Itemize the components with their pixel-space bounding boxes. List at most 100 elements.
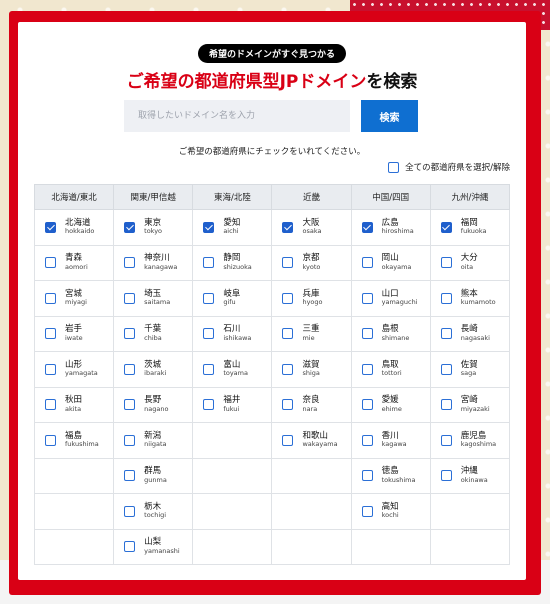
prefecture-option-kagoshima[interactable]: 鹿児島 kagoshima: [440, 431, 509, 449]
prefecture-checkbox[interactable]: [124, 221, 136, 233]
prefecture-checkbox[interactable]: [361, 363, 373, 375]
prefecture-checkbox[interactable]: [124, 505, 136, 517]
prefecture-option-hiroshima[interactable]: 広島 hiroshima: [361, 218, 430, 236]
prefecture-option-niigata[interactable]: 新潟 niigata: [124, 431, 192, 449]
prefecture-option-gunma[interactable]: 群馬 gunma: [124, 466, 192, 484]
prefecture-option-ibaraki[interactable]: 茨城 ibaraki: [124, 360, 192, 378]
prefecture-option-nagasaki[interactable]: 長崎 nagasaki: [440, 324, 509, 342]
prefecture-checkbox[interactable]: [203, 328, 215, 340]
prefecture-checkbox[interactable]: [361, 257, 373, 269]
prefecture-names: 大阪 osaka: [302, 218, 321, 236]
prefecture-option-miyagi[interactable]: 宮城 miyagi: [45, 289, 113, 307]
prefecture-option-iwate[interactable]: 岩手 iwate: [45, 324, 113, 342]
prefecture-option-mie[interactable]: 三重 mie: [282, 324, 350, 342]
prefecture-checkbox[interactable]: [282, 221, 294, 233]
prefecture-option-okayama[interactable]: 岡山 okayama: [361, 253, 430, 271]
prefecture-option-saga[interactable]: 佐賀 saga: [440, 360, 509, 378]
prefecture-checkbox[interactable]: [124, 541, 136, 553]
prefecture-checkbox[interactable]: [361, 328, 373, 340]
prefecture-option-ehime[interactable]: 愛媛 ehime: [361, 395, 430, 413]
prefecture-option-fukuoka[interactable]: 福岡 fukuoka: [440, 218, 509, 236]
prefecture-checkbox[interactable]: [45, 434, 56, 446]
prefecture-option-yamagata[interactable]: 山形 yamagata: [45, 360, 113, 378]
prefecture-checkbox[interactable]: [282, 434, 294, 446]
prefecture-checkbox[interactable]: [282, 328, 294, 340]
prefecture-checkbox[interactable]: [361, 470, 373, 482]
prefecture-option-tochigi[interactable]: 栃木 tochigi: [124, 502, 192, 520]
prefecture-checkbox[interactable]: [440, 470, 452, 482]
prefecture-checkbox[interactable]: [440, 363, 452, 375]
prefecture-option-chiba[interactable]: 千葉 chiba: [124, 324, 192, 342]
prefecture-checkbox[interactable]: [361, 292, 373, 304]
domain-search-input[interactable]: [124, 100, 350, 132]
prefecture-option-shizuoka[interactable]: 静岡 shizuoka: [203, 253, 271, 271]
prefecture-checkbox[interactable]: [124, 434, 136, 446]
prefecture-option-hokkaido[interactable]: 北海道 hokkaido: [45, 218, 113, 236]
prefecture-option-yamanashi[interactable]: 山梨 yamanashi: [124, 537, 192, 555]
prefecture-checkbox[interactable]: [440, 434, 452, 446]
search-button[interactable]: 検索: [361, 100, 418, 132]
prefecture-option-tokushima[interactable]: 徳島 tokushima: [361, 466, 430, 484]
prefecture-option-fukushima[interactable]: 福島 fukushima: [45, 431, 113, 449]
select-all-checkbox[interactable]: [388, 161, 400, 173]
prefecture-checkbox[interactable]: [45, 292, 56, 304]
prefecture-option-fukui[interactable]: 福井 fukui: [203, 395, 271, 413]
prefecture-checkbox[interactable]: [124, 363, 136, 375]
prefecture-option-shiga[interactable]: 滋賀 shiga: [282, 360, 350, 378]
prefecture-option-aomori[interactable]: 青森 aomori: [45, 253, 113, 271]
prefecture-checkbox[interactable]: [440, 399, 452, 411]
prefecture-option-nara[interactable]: 奈良 nara: [282, 395, 350, 413]
prefecture-checkbox[interactable]: [440, 292, 452, 304]
prefecture-checkbox[interactable]: [440, 257, 452, 269]
prefecture-checkbox[interactable]: [45, 257, 56, 269]
prefecture-checkbox[interactable]: [45, 328, 56, 340]
prefecture-option-miyazaki[interactable]: 宮崎 miyazaki: [440, 395, 509, 413]
prefecture-checkbox[interactable]: [203, 292, 215, 304]
select-all-toggle[interactable]: 全ての都道府県を選択/解除: [388, 161, 510, 173]
prefecture-checkbox[interactable]: [45, 399, 56, 411]
prefecture-option-kanagawa[interactable]: 神奈川 kanagawa: [124, 253, 192, 271]
prefecture-checkbox[interactable]: [282, 399, 294, 411]
prefecture-checkbox[interactable]: [440, 221, 452, 233]
prefecture-checkbox[interactable]: [361, 434, 373, 446]
prefecture-option-oita[interactable]: 大分 oita: [440, 253, 509, 271]
prefecture-option-kagawa[interactable]: 香川 kagawa: [361, 431, 430, 449]
prefecture-checkbox[interactable]: [45, 363, 56, 375]
prefecture-checkbox[interactable]: [282, 292, 294, 304]
prefecture-option-kochi[interactable]: 高知 kochi: [361, 502, 430, 520]
prefecture-option-osaka[interactable]: 大阪 osaka: [282, 218, 350, 236]
prefecture-checkbox[interactable]: [203, 399, 215, 411]
prefecture-checkbox[interactable]: [203, 221, 215, 233]
prefecture-option-wakayama[interactable]: 和歌山 wakayama: [282, 431, 350, 449]
prefecture-checkbox[interactable]: [440, 328, 452, 340]
prefecture-option-saitama[interactable]: 埼玉 saitama: [124, 289, 192, 307]
prefecture-option-aichi[interactable]: 愛知 aichi: [203, 218, 271, 236]
prefecture-option-nagano[interactable]: 長野 nagano: [124, 395, 192, 413]
prefecture-option-kyoto[interactable]: 京都 kyoto: [282, 253, 350, 271]
table-cell: 岐阜 gifu: [192, 280, 273, 317]
prefecture-checkbox[interactable]: [361, 505, 373, 517]
prefecture-option-toyama[interactable]: 富山 toyama: [203, 360, 271, 378]
prefecture-option-kumamoto[interactable]: 熊本 kumamoto: [440, 289, 509, 307]
prefecture-checkbox[interactable]: [203, 363, 215, 375]
prefecture-checkbox[interactable]: [361, 399, 373, 411]
prefecture-checkbox[interactable]: [282, 363, 294, 375]
prefecture-option-okinawa[interactable]: 沖縄 okinawa: [440, 466, 509, 484]
prefecture-option-shimane[interactable]: 島根 shimane: [361, 324, 430, 342]
prefecture-option-hyogo[interactable]: 兵庫 hyogo: [282, 289, 350, 307]
prefecture-option-ishikawa[interactable]: 石川 ishikawa: [203, 324, 271, 342]
prefecture-checkbox[interactable]: [124, 470, 136, 482]
prefecture-checkbox[interactable]: [124, 257, 136, 269]
prefecture-option-tokyo[interactable]: 東京 tokyo: [124, 218, 192, 236]
prefecture-checkbox[interactable]: [124, 399, 136, 411]
prefecture-checkbox[interactable]: [361, 221, 373, 233]
prefecture-checkbox[interactable]: [203, 257, 215, 269]
prefecture-option-tottori[interactable]: 鳥取 tottori: [361, 360, 430, 378]
prefecture-option-akita[interactable]: 秋田 akita: [45, 395, 113, 413]
prefecture-checkbox[interactable]: [282, 257, 294, 269]
prefecture-option-gifu[interactable]: 岐阜 gifu: [203, 289, 271, 307]
prefecture-option-yamaguchi[interactable]: 山口 yamaguchi: [361, 289, 430, 307]
prefecture-checkbox[interactable]: [124, 292, 136, 304]
prefecture-checkbox[interactable]: [45, 221, 56, 233]
prefecture-checkbox[interactable]: [124, 328, 136, 340]
